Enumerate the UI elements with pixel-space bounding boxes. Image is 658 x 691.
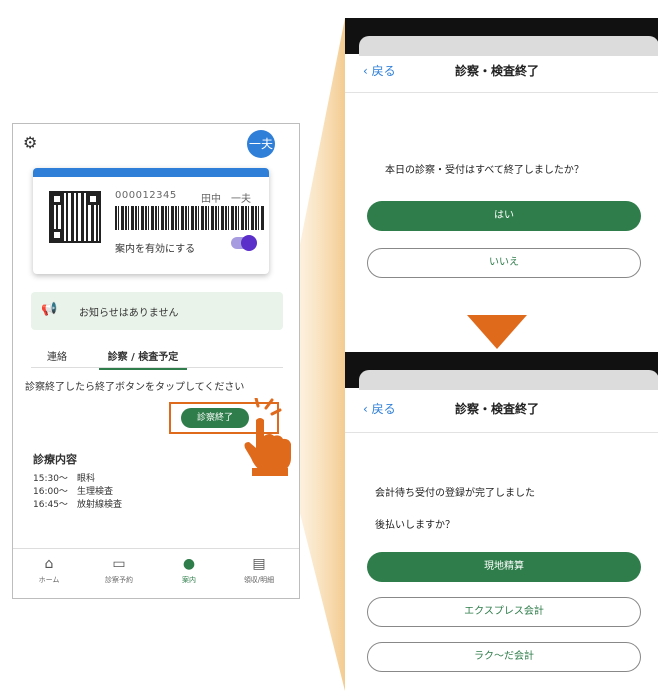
- notice-text: お知らせはありません: [79, 308, 179, 319]
- payment-screen: ‹ 戻る 診察・検査終了 会計待ち受付の登録が完了しました 後払いしますか？ 現…: [345, 352, 658, 691]
- phone-app-screen: ⚙ 一夫 000012345 田中 一夫 案内を有効にする 📢 お知らせはありま…: [12, 123, 300, 599]
- patient-card: 000012345 田中 一夫 案内を有効にする: [33, 168, 269, 274]
- onsite-payment-button[interactable]: 現地精算: [367, 552, 641, 582]
- schedule-row: 15:30〜 眼科: [33, 474, 95, 484]
- yes-button[interactable]: はい: [367, 201, 641, 231]
- raku-payment-button[interactable]: ラク〜だ会計: [367, 642, 641, 672]
- guide-toggle-label: 案内を有効にする: [115, 244, 196, 255]
- home-icon: ⌂: [44, 556, 54, 572]
- patient-name: 田中 一夫: [201, 194, 251, 205]
- nav-home[interactable]: ⌂ ホーム: [19, 555, 79, 585]
- instruction-text: 診察終了したら終了ボタンをタップしてください: [25, 382, 245, 393]
- express-payment-button[interactable]: エクスプレス会計: [367, 597, 641, 627]
- registration-message: 会計待ち受付の登録が完了しました: [375, 488, 535, 499]
- phone-notch-bar: [345, 18, 658, 56]
- back-button[interactable]: ‹ 戻る: [363, 400, 396, 417]
- card-header-bar: [33, 168, 269, 177]
- confirm-question: 本日の診察・受付はすべて終了しましたか？: [385, 165, 584, 176]
- megaphone-icon: 📢: [41, 302, 58, 317]
- tap-hand-icon: [244, 398, 291, 476]
- calendar-icon: ▭: [112, 556, 126, 572]
- qr-code: [49, 191, 101, 243]
- section-title: 診療内容: [33, 453, 77, 466]
- barcode: [115, 206, 265, 230]
- header-divider: [345, 92, 658, 93]
- schedule-row: 16:00〜 生理検査: [33, 487, 113, 497]
- gear-icon[interactable]: ⚙: [23, 134, 41, 152]
- bottom-nav: ⌂ ホーム ▭ 診察予約 ● 案内 ▤ 領収/明細: [13, 548, 299, 598]
- screen-title: 診察・検査終了: [455, 402, 540, 416]
- header-divider: [345, 432, 658, 433]
- back-button[interactable]: ‹ 戻る: [363, 62, 396, 79]
- schedule-row: 16:45〜 放射線検査: [33, 500, 122, 510]
- phone-notch-bar: [345, 352, 658, 390]
- nav-guide[interactable]: ● 案内: [159, 555, 219, 585]
- tab-contact[interactable]: 連絡: [47, 348, 67, 363]
- confirm-screen: ‹ 戻る 診察・検査終了 本日の診察・受付はすべて終了しましたか？ はい いいえ: [345, 18, 658, 293]
- end-exam-button[interactable]: 診察終了: [181, 408, 249, 428]
- no-button[interactable]: いいえ: [367, 248, 641, 278]
- screen-title: 診察・検査終了: [455, 64, 540, 78]
- tab-divider: [31, 367, 283, 368]
- nav-receipt[interactable]: ▤ 領収/明細: [229, 555, 289, 585]
- notice-banner: 📢 お知らせはありません: [31, 292, 283, 330]
- down-arrow-icon: [467, 315, 527, 349]
- pay-later-question: 後払いしますか？: [375, 520, 455, 531]
- pin-icon: ●: [182, 556, 196, 572]
- guide-toggle[interactable]: [231, 235, 257, 251]
- avatar[interactable]: 一夫: [247, 130, 275, 158]
- patient-id: 000012345: [115, 190, 177, 201]
- receipt-icon: ▤: [252, 556, 266, 572]
- nav-reservation[interactable]: ▭ 診察予約: [89, 555, 149, 585]
